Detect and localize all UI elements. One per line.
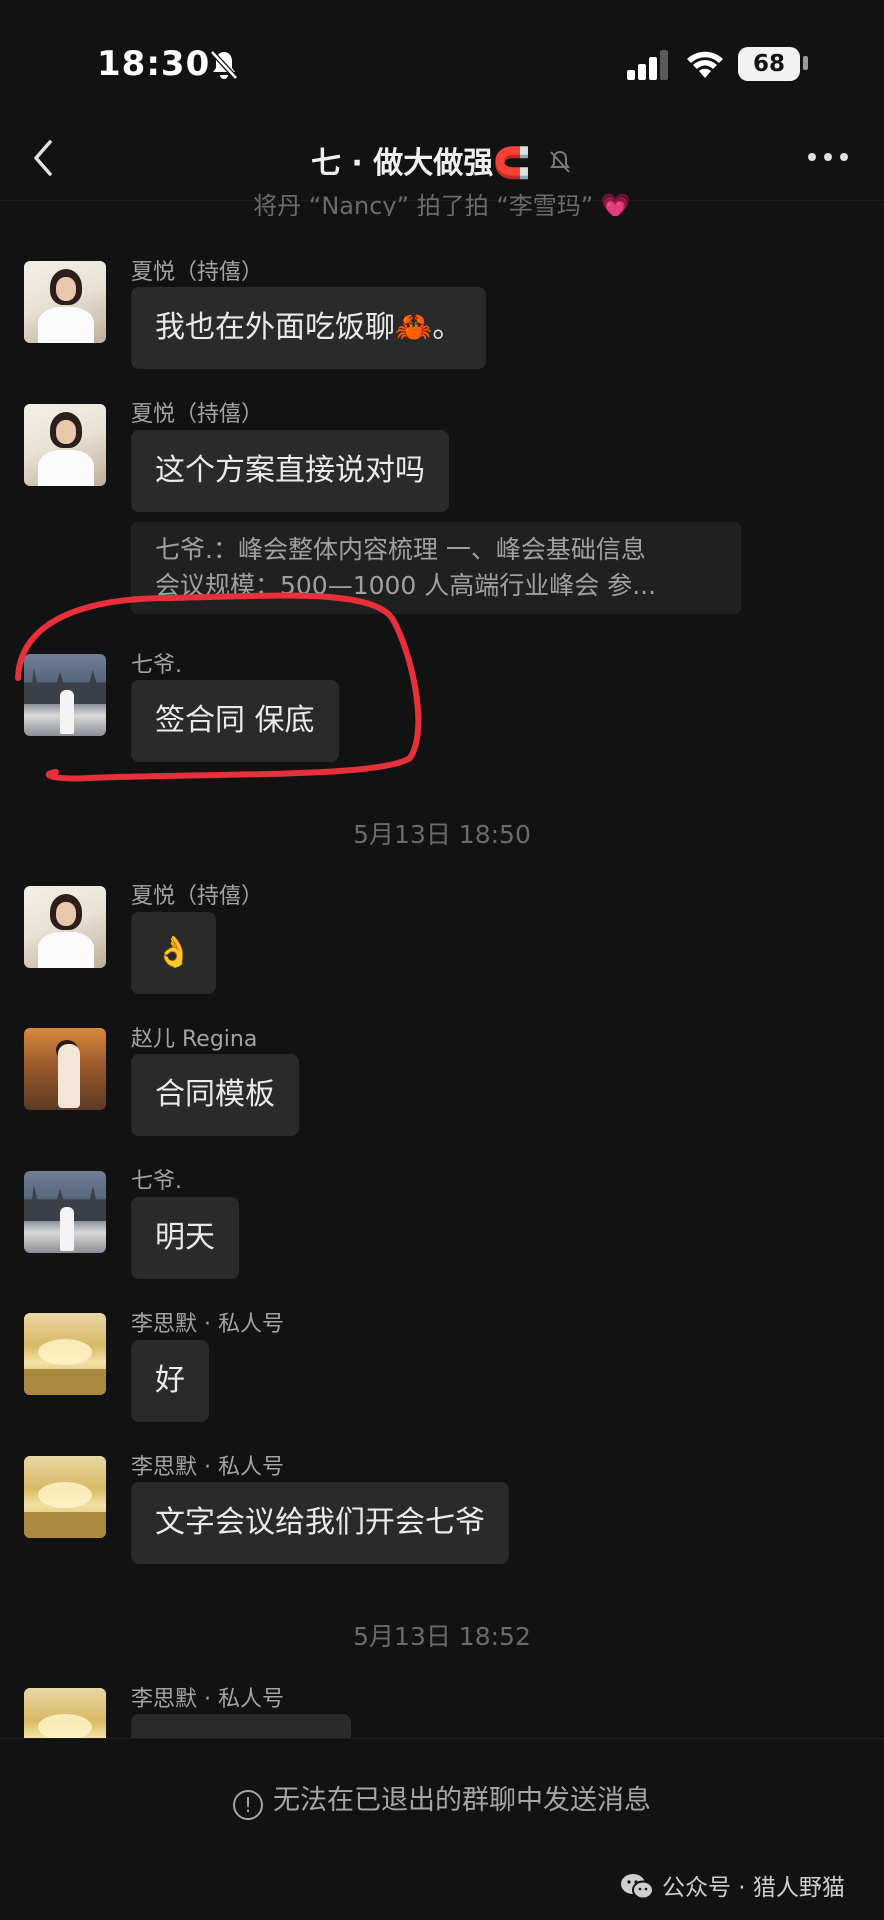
red-circle-annotation [15,592,422,782]
sender-name: 夏悦（持僖） [131,884,264,909]
battery-tip [803,56,808,70]
timestamp: 5月13日 18:50 [353,820,531,849]
message-bubble[interactable]: 👌 [131,912,217,994]
wechat-icon [621,1874,654,1900]
sender-name: 赵儿 Regina [131,1027,258,1052]
sender-name: 七爷. [131,1169,182,1194]
sender-name: 李思默 · 私人号 [131,1687,284,1712]
avatar-xiayue[interactable] [24,404,106,486]
timestamp: 5月13日 18:52 [353,1622,531,1651]
message-bubble[interactable]: 我也在外面吃饭聊🦀。 [131,287,487,369]
chat-title: 七 · 做大做强🧲 [0,138,884,182]
bell-off-icon [210,50,238,80]
wifi-icon [687,51,723,78]
sender-name: 夏悦（持僖） [131,402,264,427]
avatar-xiayue[interactable] [24,886,106,968]
notice-text: 无法在已退出的群聊中发送消息 [273,1785,651,1816]
sender-name: 李思默 · 私人号 [131,1312,284,1337]
chat-title-text: 七 · 做大做强🧲 [310,146,531,181]
status-time: 18:30 [97,44,211,84]
mute-icon [550,150,570,173]
system-message-partial: 将丹 “Nancy” 拍了拍 “李雪玛” 💗 [253,192,631,216]
watermark-text: 公众号 · 猎人野猫 [662,1875,845,1901]
message-bubble[interactable]: 好 [131,1340,209,1422]
quote-line: 七爷.：峰会整体内容梳理 一、峰会基础信息 [155,535,646,564]
avatar-lisimo[interactable] [24,1456,106,1538]
cannot-send-notice: ! 无法在已退出的群聊中发送消息 [0,1778,884,1820]
info-icon: ! [233,1790,263,1820]
more-icon[interactable] [806,150,850,164]
avatar-qiye[interactable] [24,1171,106,1253]
sender-name: 李思默 · 私人号 [131,1455,284,1480]
avatar-xiayue[interactable] [24,261,106,343]
message-bubble[interactable]: 这个方案直接说对吗 [131,430,449,512]
avatar-regina[interactable] [24,1028,106,1110]
message-bubble[interactable]: 合同模板 [131,1054,299,1136]
watermark: 公众号 · 猎人野猫 [620,1868,845,1902]
message-bubble[interactable]: 文字会议给我们开会七爷 [131,1482,509,1564]
sender-name: 夏悦（持僖） [131,260,264,285]
avatar-lisimo[interactable] [24,1313,106,1395]
bottom-divider [0,1738,884,1739]
signal-icon [627,50,668,80]
battery-icon: 68 [738,47,800,81]
message-bubble[interactable]: 明天 [131,1197,239,1279]
